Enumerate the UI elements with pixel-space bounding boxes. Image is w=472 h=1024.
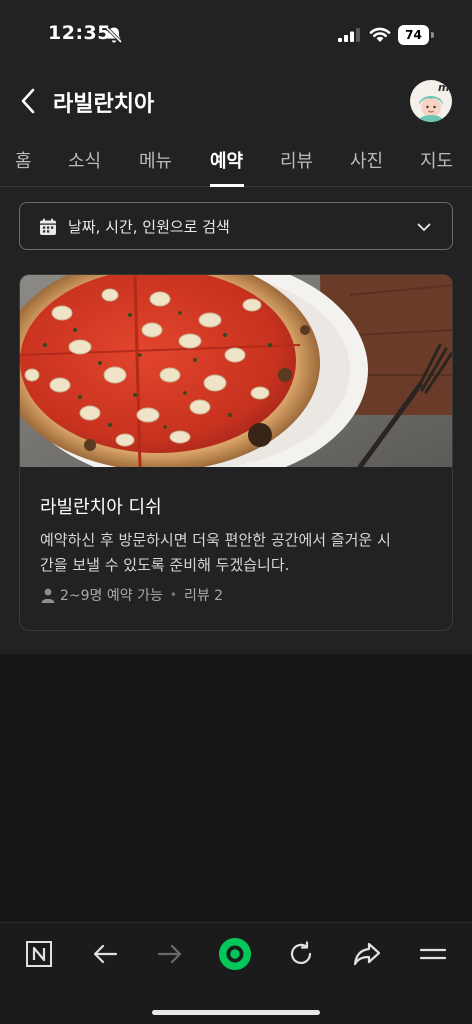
chevron-left-icon — [21, 88, 35, 114]
tab-news[interactable]: 소식 — [68, 147, 101, 173]
naver-home-button[interactable] — [22, 937, 56, 971]
card-meta: 2~9명 예약 가능 • 리뷰 2 — [40, 585, 223, 605]
avatar[interactable]: my — [410, 80, 452, 122]
tab-home[interactable]: 홈 — [15, 147, 32, 173]
green-dot-icon — [218, 937, 252, 971]
tab-menu[interactable]: 메뉴 — [139, 147, 172, 173]
avatar-badge: my — [438, 81, 452, 94]
capacity-text: 2~9명 예약 가능 — [60, 588, 163, 604]
status-time: 12:35 — [48, 22, 111, 44]
home-indicator — [152, 1010, 320, 1015]
share-icon — [353, 942, 381, 966]
page-title: 라빌란치아 — [53, 92, 155, 117]
tab-reviews[interactable]: 리뷰 — [280, 147, 313, 173]
reservation-card[interactable]: 라빌란치아 디쉬 예약하신 후 방문하시면 더욱 편안한 공간에서 즐거운 시 … — [19, 274, 453, 631]
browser-forward-button[interactable] — [153, 937, 187, 971]
tab-photos[interactable]: 사진 — [350, 147, 383, 173]
battery-icon: 74 — [398, 25, 434, 45]
forward-arrow-icon — [157, 944, 182, 964]
pizza-photo — [20, 275, 452, 467]
wifi-icon — [369, 27, 391, 42]
card-title: 라빌란치아 디쉬 — [40, 497, 162, 518]
menu-button[interactable] — [416, 937, 450, 971]
person-icon — [41, 588, 55, 603]
status-bar: 12:35 74 — [0, 0, 472, 70]
header: 라빌란치아 my — [0, 70, 472, 132]
card-description: 예약하신 후 방문하시면 더욱 편안한 공간에서 즐거운 시 간을 보낼 수 있… — [40, 528, 440, 578]
tab-bar: 홈 소식 메뉴 예약 리뷰 사진 지도 — [0, 133, 472, 187]
bell-off-icon — [105, 26, 123, 44]
chevron-down-icon — [417, 223, 431, 231]
share-button[interactable] — [350, 937, 384, 971]
refresh-icon — [290, 941, 312, 965]
tab-reservation[interactable]: 예약 — [210, 147, 243, 173]
naver-green-dot-button[interactable] — [218, 937, 252, 971]
review-count[interactable]: 리뷰 2 — [184, 585, 223, 605]
naver-n-icon — [26, 941, 52, 967]
back-button[interactable] — [14, 86, 42, 116]
battery-level: 74 — [398, 25, 429, 45]
card-description-line-1: 예약하신 후 방문하시면 더욱 편안한 공간에서 즐거운 시 — [40, 531, 391, 549]
separator-dot: • — [169, 588, 177, 602]
tab-map[interactable]: 지도 — [420, 147, 453, 173]
search-label: 날짜, 시간, 인원으로 검색 — [68, 218, 230, 236]
signal-icon — [338, 28, 360, 42]
refresh-button[interactable] — [284, 937, 318, 971]
active-tab-indicator — [210, 184, 244, 187]
back-arrow-icon — [93, 944, 118, 964]
browser-toolbar — [0, 922, 472, 1024]
date-time-party-search[interactable]: 날짜, 시간, 인원으로 검색 — [19, 202, 453, 250]
browser-back-button[interactable] — [88, 937, 122, 971]
menu-icon — [419, 948, 447, 960]
card-description-line-2: 간을 보낼 수 있도록 준비해 두겠습니다. — [40, 556, 290, 574]
calendar-icon — [40, 218, 56, 235]
